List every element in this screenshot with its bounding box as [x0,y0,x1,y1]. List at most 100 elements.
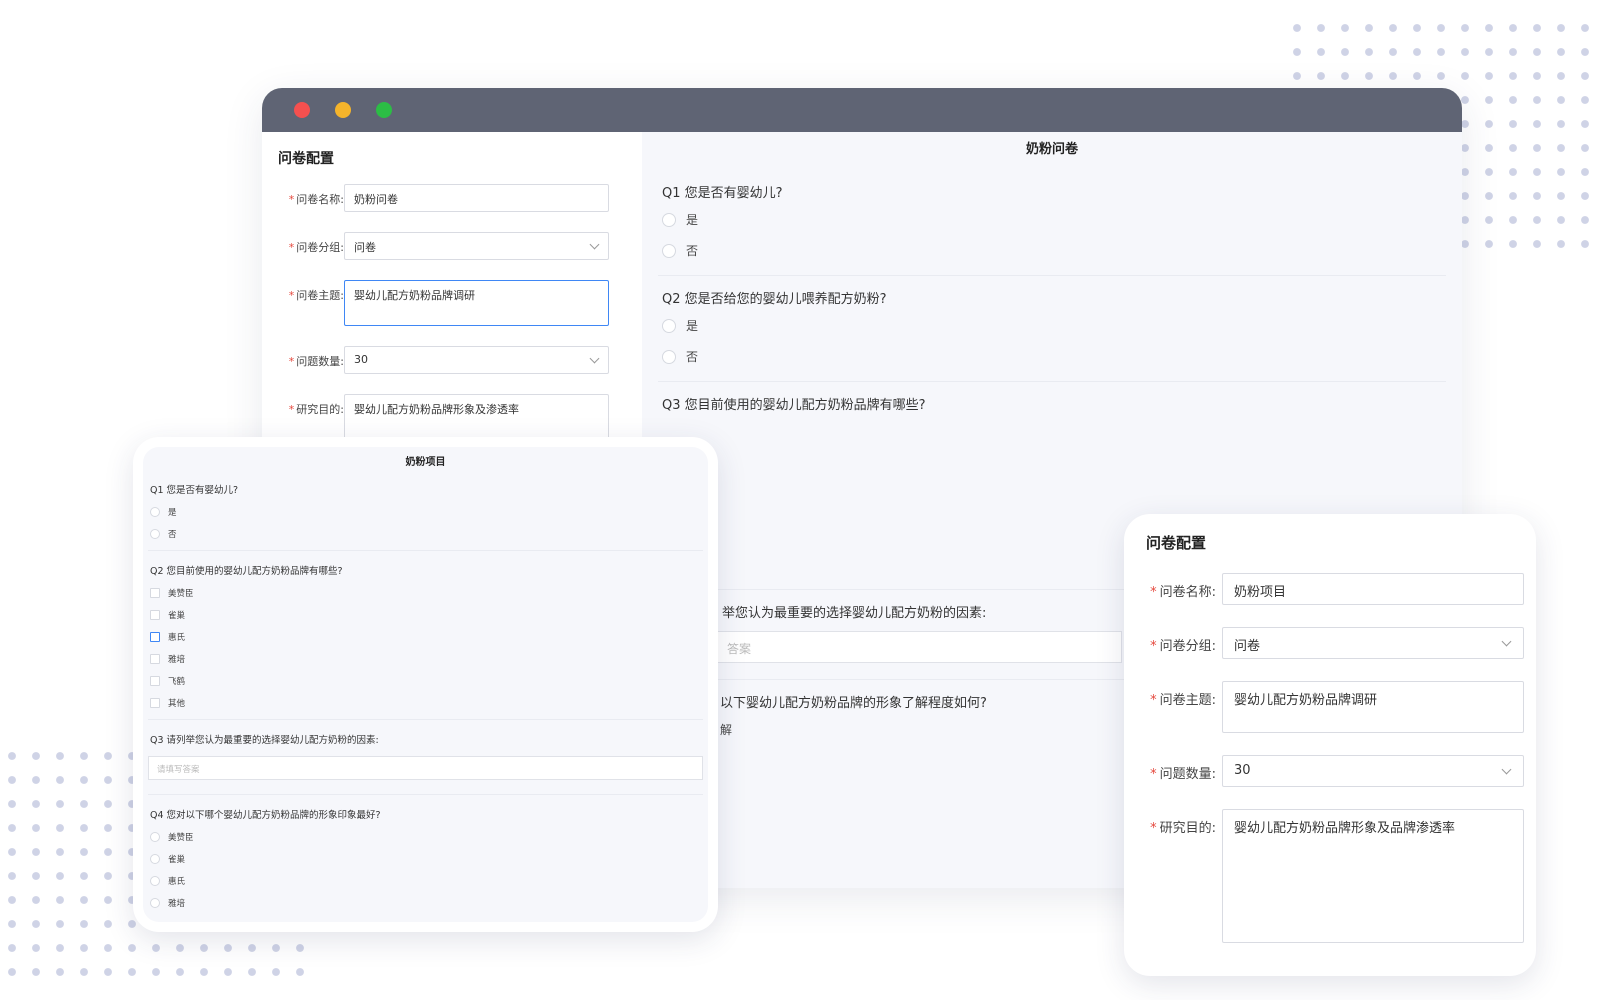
radio-option[interactable]: 否 [662,242,1442,259]
radio-button[interactable] [662,318,676,333]
divider [658,381,1446,382]
field-label: 研究目的 [296,403,341,416]
checkbox[interactable] [150,632,160,642]
select-value: 30 [1234,763,1251,778]
mobile-config-card: 问卷配置 * 问卷名称: 奶粉项目 * 问卷分组: 问卷 * 问卷主题: 婴幼儿配方奶… [1124,514,1536,976]
preview-title: 奶粉问卷 [1025,142,1078,157]
form-row-topic: * 问卷主题: 婴幼儿配方奶粉品牌调研 [1146,681,1524,733]
radio-option[interactable]: 雅培 [150,897,701,909]
radio-button[interactable] [150,832,160,842]
option-label: 是 [686,213,699,227]
maximize-window-button[interactable] [376,102,392,118]
survey-name-input[interactable]: 奶粉问卷 [344,184,609,212]
radio-option[interactable]: 美赞臣 [150,831,701,843]
research-purpose-textarea[interactable]: 婴幼儿配方奶粉品牌形象及品牌渗透率 [1222,809,1524,943]
close-window-button[interactable] [294,102,310,118]
checkbox[interactable] [150,588,160,598]
survey-topic-textarea[interactable]: 婴幼儿配方奶粉品牌调研 [344,280,609,326]
form-row-purpose: * 研究目的: 婴幼儿配方奶粉品牌形象及品牌渗透率 [1146,809,1524,943]
survey-group-select[interactable]: 问卷 [344,232,609,260]
checkbox[interactable] [150,676,160,686]
required-marker: * [288,403,295,416]
option-label: 否 [686,350,699,364]
required-marker: * [288,193,295,206]
radio-option[interactable]: 是 [662,317,1442,334]
divider [148,719,703,720]
radio-button[interactable] [150,529,160,539]
minimize-window-button[interactable] [335,102,351,118]
survey-name-input[interactable]: 奶粉项目 [1222,573,1524,605]
option-label: 否 [168,530,177,540]
radio-button[interactable] [662,243,676,258]
field-label: 问卷分组 [1159,639,1212,654]
radio-option[interactable]: 否 [662,348,1442,365]
radio-button[interactable] [662,349,676,364]
question-text: Q3 请列举您认为最重要的选择婴幼儿配方奶粉的因素: [150,735,379,746]
radio-option[interactable]: 雀巢 [150,853,701,865]
tablet-survey-title: 奶粉项目 [405,457,446,468]
stage: 问卷配置 * 问卷名称: 奶粉问卷 * 问卷分组: 问卷 * 问卷主题: 婴幼儿配方奶… [0,0,1600,1000]
select-value: 问卷 [1234,639,1261,654]
field-label: 研究目的 [1159,821,1212,836]
tablet-preview-card: 奶粉项目 Q1 您是否有婴幼儿? 是 否 Q2 您目前使用的婴幼儿配方奶粉品牌有… [133,437,718,932]
radio-button[interactable] [662,212,676,227]
option-label: 是 [686,319,699,333]
checkbox[interactable] [150,610,160,620]
select-value: 30 [354,353,368,366]
radio-option[interactable]: 惠氏 [150,875,701,887]
question-text: Q2 您目前使用的婴幼儿配方奶粉品牌有哪些? [150,566,343,577]
radio-button[interactable] [150,898,160,908]
radio-option[interactable]: 是 [150,506,701,518]
checkbox-option[interactable]: 雀巢 [150,609,701,621]
question-text: Q2 您是否给您的婴幼儿喂养配方奶粉? [662,292,887,307]
survey-topic-textarea[interactable]: 婴幼儿配方奶粉品牌调研 [1222,681,1524,733]
chevron-down-icon [1501,636,1512,647]
option-label: 雅培 [168,899,186,909]
required-marker: * [1150,767,1157,782]
field-label: 问卷名称 [296,193,341,206]
divider [658,275,1446,276]
survey-group-select[interactable]: 问卷 [1222,627,1524,659]
radio-option[interactable]: 是 [662,211,1442,228]
question-text: Q1 您是否有婴幼儿? [662,186,783,201]
form-row-topic: * 问卷主题: 婴幼儿配方奶粉品牌调研 [278,280,626,326]
option-label: 惠氏 [168,877,186,887]
option-label: 美赞臣 [168,589,194,599]
chevron-down-icon [589,353,600,364]
chevron-down-icon [1501,764,1512,775]
radio-option[interactable]: 否 [150,528,701,540]
checkbox-option[interactable]: 惠氏 [150,631,701,643]
form-row-name: * 问卷名称: 奶粉项目 [1146,573,1524,605]
form-row-name: * 问卷名称: 奶粉问卷 [278,184,626,212]
select-value: 问卷 [354,241,376,254]
answer-input[interactable]: 请填写答案 [148,756,703,780]
checkbox-option[interactable]: 美赞臣 [150,587,701,599]
field-label: 问卷主题 [1159,693,1212,708]
option-label: 是 [168,508,177,518]
question-text: Q4 您对以下哪个婴幼儿配方奶粉品牌的形象印象最好? [150,810,381,821]
field-label: 问卷分组 [296,241,341,254]
required-marker: * [288,289,295,302]
option-label: 否 [686,244,699,258]
option-label: 雀巢 [168,855,186,865]
window-titlebar [262,88,1462,132]
radio-button[interactable] [150,507,160,517]
form-row-group: * 问卷分组: 问卷 [1146,627,1524,659]
checkbox[interactable] [150,698,160,708]
question-text: Q1 您是否有婴幼儿? [150,485,239,496]
question-count-select[interactable]: 30 [1222,755,1524,787]
question-text: Q3 您目前使用的婴幼儿配方奶粉品牌有哪些? [662,398,926,413]
answer-input[interactable]: 答案 [662,631,1122,663]
checkbox-option[interactable]: 雅培 [150,653,701,665]
form-row-group: * 问卷分组: 问卷 [278,232,626,260]
form-row-count: * 问题数量: 30 [278,346,626,374]
radio-button[interactable] [150,876,160,886]
option-label: 雅培 [168,655,186,665]
radio-button[interactable] [150,854,160,864]
divider [148,794,703,795]
checkbox-option[interactable]: 飞鹤 [150,675,701,687]
question-count-select[interactable]: 30 [344,346,609,374]
panel-title: 问卷配置 [1146,534,1207,552]
checkbox[interactable] [150,654,160,664]
checkbox-option[interactable]: 其他 [150,697,701,709]
